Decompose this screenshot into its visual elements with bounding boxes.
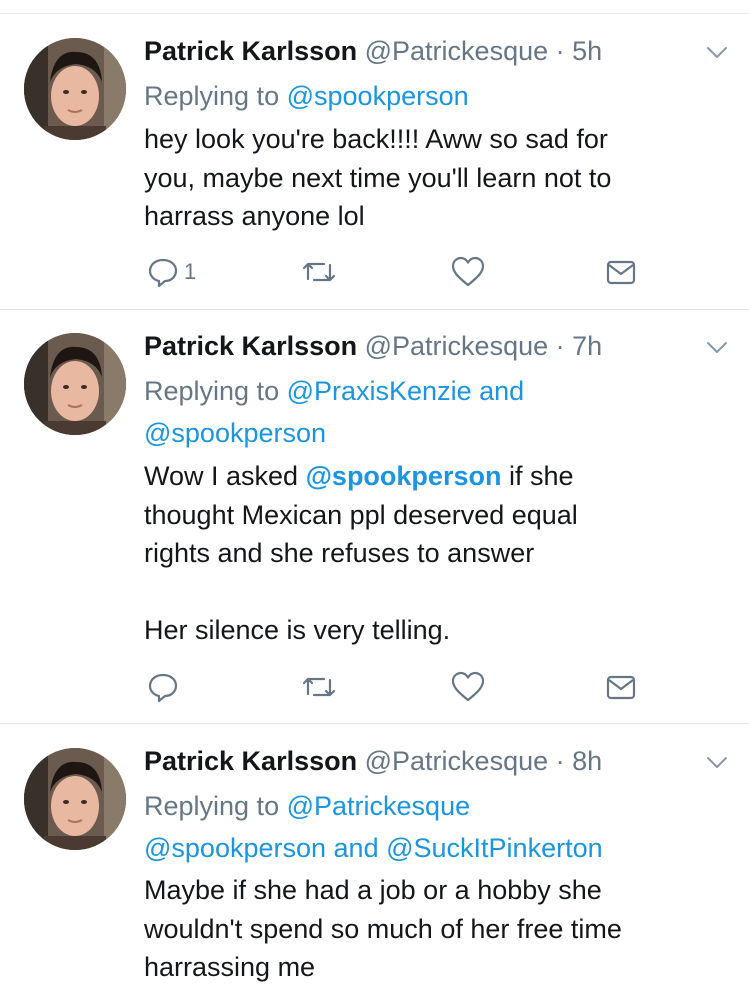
author-name[interactable]: Patrick Karlsson [144, 36, 357, 66]
retweet-button[interactable] [300, 252, 338, 292]
author-handle[interactable]: @Patrickesque [365, 36, 549, 66]
mention-link[interactable]: @SuckItPinkerton [386, 833, 603, 863]
separator-dot: · [555, 36, 565, 66]
retweet-button[interactable] [300, 667, 338, 707]
tweet-text-line: Her silence is very telling. [144, 615, 451, 645]
timestamp[interactable]: 5h [572, 36, 602, 66]
dm-button[interactable] [604, 667, 638, 707]
tweet-text-line: thought Mexican ppl deserved equal [144, 499, 578, 530]
chevron-down-icon[interactable] [703, 38, 731, 66]
tweet-text-line: Maybe if she had a job or a hobby she [144, 875, 602, 905]
separator-dot: · [555, 746, 565, 776]
tweet-text-line: harrassing me [144, 952, 316, 982]
tweet-text: Maybe if she had a job or a hobby she wo… [144, 871, 729, 987]
retweet-icon [300, 670, 338, 704]
tweet-header: Patrick Karlsson @Patrickesque · 5h [144, 31, 602, 71]
mention-link[interactable]: @spookperson [144, 833, 326, 863]
retweet-icon [300, 255, 338, 289]
timestamp[interactable]: 8h [572, 746, 602, 776]
mention-link[interactable]: @spookperson [287, 81, 469, 111]
dm-button[interactable] [604, 252, 638, 292]
avatar[interactable] [24, 38, 126, 140]
tweet-header: Patrick Karlsson @Patrickesque · 8h [144, 741, 602, 781]
replying-to: Replying to @spookperson [144, 75, 729, 117]
mention-link[interactable]: @spookperson [144, 418, 326, 448]
author-name[interactable]: Patrick Karlsson [144, 746, 357, 776]
separator-dot: · [555, 331, 565, 361]
author-handle[interactable]: @Patrickesque [365, 746, 549, 776]
tweet-text: Wow I asked @spookperson if she thought … [144, 457, 729, 650]
tweet-text-line: harrass anyone lol [144, 201, 365, 231]
replying-to: Replying to @Patrickesque @spookperson a… [144, 785, 729, 869]
reply-icon [146, 670, 180, 704]
chevron-down-icon[interactable] [703, 333, 731, 361]
tweet-text-line: Wow I asked @spookperson if she [144, 457, 729, 496]
tweet-actions: 1 [144, 252, 744, 292]
avatar[interactable] [24, 333, 126, 435]
mention-link[interactable]: @Patrickesque [287, 791, 471, 821]
mention-and: and [333, 833, 379, 863]
like-button[interactable] [450, 252, 486, 292]
mention-and: and [479, 376, 525, 406]
heart-icon [450, 670, 486, 704]
chevron-down-icon[interactable] [703, 748, 731, 776]
avatar[interactable] [24, 748, 126, 850]
tweet-actions [144, 667, 744, 707]
replying-to-label: Replying to [144, 376, 280, 406]
tweet-header: Patrick Karlsson @Patrickesque · 7h [144, 326, 602, 366]
tweet-text-line: rights and she refuses to answer [144, 538, 535, 568]
replying-to-label: Replying to [144, 791, 280, 821]
author-handle[interactable]: @Patrickesque [365, 331, 549, 361]
reply-button[interactable]: 1 [146, 252, 196, 292]
reply-icon [146, 255, 180, 289]
replying-to: Replying to @PraxisKenzie and @spookpers… [144, 370, 729, 454]
envelope-icon [604, 670, 638, 704]
author-name[interactable]: Patrick Karlsson [144, 331, 357, 361]
reply-count: 1 [184, 259, 197, 284]
tweet-text-line: wouldn't spend so much of her free time [144, 913, 622, 944]
envelope-icon [604, 255, 638, 289]
timestamp[interactable]: 7h [572, 331, 602, 361]
top-divider [0, 13, 749, 14]
tweet-text-line: hey look you're back!!!! Aww so sad for [144, 124, 608, 154]
tweet-text-blank-line [144, 573, 729, 612]
mention-link[interactable]: @spookperson [306, 461, 502, 491]
tweet-text-segment: if she [508, 461, 574, 491]
tweet-text: hey look you're back!!!! Aww so sad for … [144, 120, 729, 236]
like-button[interactable] [450, 667, 486, 707]
tweet-text-segment: Wow I asked [144, 461, 299, 491]
replying-to-label: Replying to [144, 81, 280, 111]
mention-link[interactable]: @PraxisKenzie [287, 376, 472, 406]
reply-button[interactable] [146, 667, 184, 707]
tweet-text-line: you, maybe next time you'll learn not to [144, 162, 612, 193]
tweet-divider [0, 309, 749, 310]
heart-icon [450, 255, 486, 289]
tweet-divider [0, 723, 749, 724]
